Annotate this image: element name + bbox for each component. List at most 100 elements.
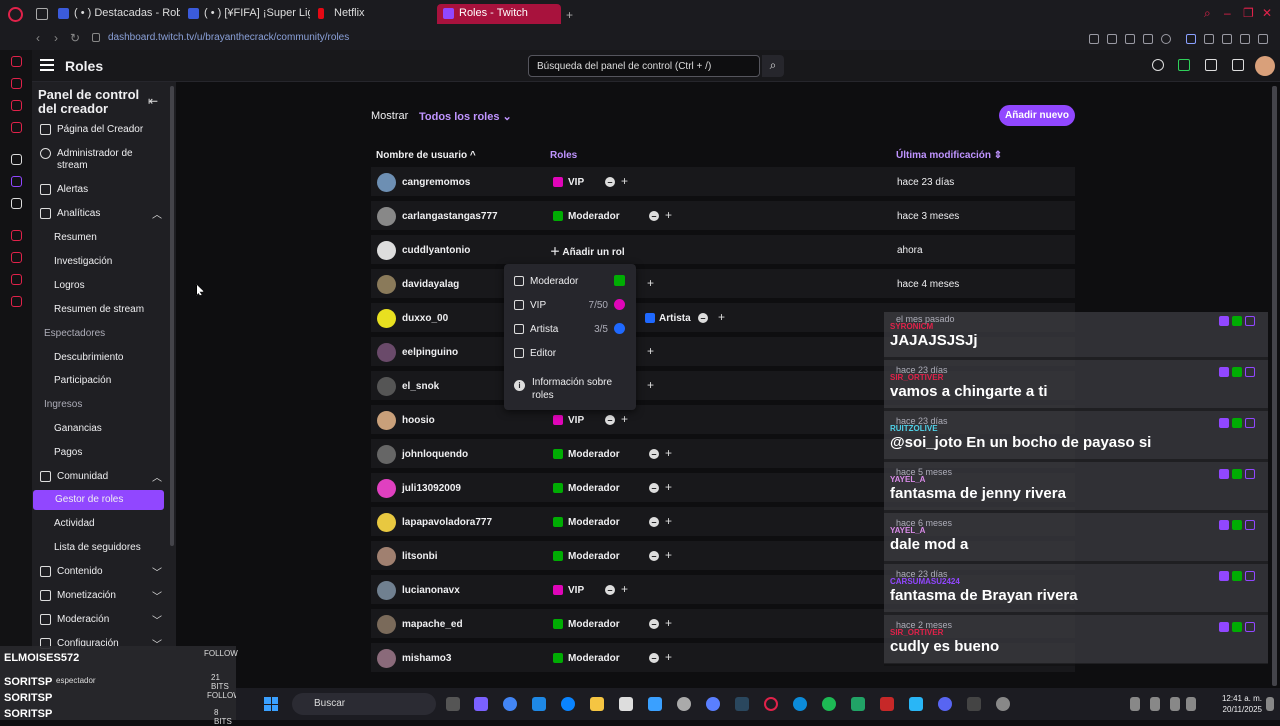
checkbox[interactable]	[514, 348, 524, 358]
remove-role-icon[interactable]: –	[649, 517, 659, 527]
username[interactable]: davidayalag	[402, 279, 459, 290]
add-role-icon[interactable]: +	[665, 650, 672, 664]
sidebar-item-earnings[interactable]: Ganancias	[32, 419, 172, 439]
remove-role-icon[interactable]: –	[649, 653, 659, 663]
username[interactable]: mishamo3	[402, 653, 451, 664]
heart-icon[interactable]	[1161, 34, 1171, 44]
remove-role-icon[interactable]: –	[649, 449, 659, 459]
add-role-icon[interactable]: +	[718, 310, 725, 324]
discord-icon[interactable]	[938, 697, 952, 711]
taskbar-search-input[interactable]: Buscar	[292, 693, 436, 715]
checkbox[interactable]	[514, 276, 524, 286]
tab-netflix[interactable]: Netflix	[312, 4, 436, 24]
role-option-moderator[interactable]: Moderador	[514, 275, 629, 288]
puzzle-icon[interactable]	[1204, 34, 1214, 44]
add-role-icon[interactable]: +	[665, 616, 672, 630]
menu-dots-icon[interactable]	[1258, 34, 1268, 44]
add-role-icon[interactable]: +	[665, 446, 672, 460]
workspaces-icon[interactable]	[36, 8, 48, 20]
sidebar-item-payouts[interactable]: Pagos	[32, 443, 172, 463]
search-input[interactable]: Búsqueda del panel de control (Ctrl + /)	[528, 55, 760, 77]
tab-fifa[interactable]: ( • ) [¥FIFA] ¡Super Liga	[182, 4, 310, 24]
role-filter-dropdown[interactable]: Todos los roles ⌄	[419, 110, 512, 123]
x-icon[interactable]	[11, 198, 22, 209]
sidebar-item-engagement[interactable]: Participación	[32, 371, 172, 391]
add-role-icon[interactable]: +	[647, 378, 654, 392]
settings-icon[interactable]	[11, 296, 22, 307]
task-view-icon[interactable]	[446, 697, 460, 711]
copilot-icon[interactable]	[561, 697, 575, 711]
sidebar-item-discovery[interactable]: Descubrimiento	[32, 348, 172, 368]
sidebar-scrollbar[interactable]	[170, 86, 174, 546]
teams-icon[interactable]	[474, 697, 488, 711]
back-icon[interactable]: ‹	[36, 31, 40, 45]
extensions-sidebar-icon[interactable]	[11, 274, 22, 285]
excel-icon[interactable]	[851, 697, 865, 711]
username[interactable]: carlangastangas777	[402, 211, 498, 222]
chat-username[interactable]: YAYEL_A	[890, 475, 925, 484]
sidebar-item-stream-manager[interactable]: Administrador de stream	[32, 144, 172, 174]
github-icon[interactable]	[677, 697, 691, 711]
username[interactable]: eelpinguino	[402, 347, 458, 358]
sidebar-item-analytics[interactable]: Analíticas ︿	[32, 204, 172, 224]
add-role-icon[interactable]: +	[647, 344, 654, 358]
role-option-editor[interactable]: Editor	[514, 348, 629, 360]
pin-icon[interactable]	[1089, 34, 1099, 44]
checkbox[interactable]	[514, 324, 524, 334]
sidebar-item-summary[interactable]: Resumen	[32, 228, 172, 248]
add-role-icon[interactable]: +	[665, 208, 672, 222]
remove-role-icon[interactable]: –	[649, 619, 659, 629]
add-role-icon[interactable]: +	[665, 548, 672, 562]
player-icon[interactable]	[11, 100, 22, 111]
maximize-icon[interactable]: ❐	[1243, 6, 1254, 20]
remove-role-icon[interactable]: –	[649, 211, 659, 221]
aria-icon[interactable]	[11, 56, 22, 67]
sidebar-item-research[interactable]: Investigación	[32, 252, 172, 272]
sidebar-item-stream-summary[interactable]: Resumen de stream	[32, 300, 172, 320]
vpn-icon[interactable]	[1125, 34, 1135, 44]
history-icon[interactable]	[11, 230, 22, 241]
share-icon[interactable]	[1222, 34, 1232, 44]
app-icon[interactable]	[11, 154, 22, 165]
steam-icon[interactable]	[735, 697, 749, 711]
file-explorer-icon[interactable]	[590, 697, 604, 711]
search-tabs-icon[interactable]: ⌕	[1204, 6, 1211, 21]
snapshot-icon[interactable]	[1107, 34, 1117, 44]
clock[interactable]: 12:41 a. m. 20/11/2025	[1202, 693, 1262, 715]
extensions-icon[interactable]	[1178, 59, 1190, 71]
app-icon[interactable]	[706, 697, 720, 711]
username[interactable]: cuddlyantonio	[402, 245, 470, 256]
add-role-icon[interactable]: +	[665, 480, 672, 494]
remove-role-icon[interactable]: –	[605, 415, 615, 425]
tab-roblox[interactable]: ( • ) Destacadas - Roblox	[52, 4, 180, 24]
extension-icon[interactable]	[1186, 34, 1196, 44]
volume-icon[interactable]	[1186, 697, 1196, 711]
role-option-artist[interactable]: Artista 3/5	[514, 323, 629, 336]
remove-role-icon[interactable]: –	[649, 551, 659, 561]
twitch-icon[interactable]	[11, 176, 22, 187]
username[interactable]: lapapavoladora777	[402, 517, 492, 528]
remove-role-icon[interactable]: –	[605, 177, 615, 187]
lock-icon[interactable]	[92, 33, 100, 42]
download-icon[interactable]	[1240, 34, 1250, 44]
spotify-icon[interactable]	[822, 697, 836, 711]
username[interactable]: lucianonavx	[402, 585, 460, 596]
collapse-sidebar-icon[interactable]: ⇤	[148, 94, 158, 108]
sidebar-item-moderation[interactable]: Moderación ﹀	[32, 610, 172, 630]
messenger-icon[interactable]	[11, 78, 22, 89]
username[interactable]: el_snok	[402, 381, 439, 392]
store-icon[interactable]	[619, 697, 633, 711]
remove-role-icon[interactable]: –	[698, 313, 708, 323]
column-header-modified[interactable]: Última modificación ⇕	[896, 150, 1002, 161]
username[interactable]: johnloquendo	[402, 449, 468, 460]
minimize-icon[interactable]: –	[1224, 6, 1231, 20]
add-role-button[interactable]: ＋ Añadir un rol	[550, 243, 625, 258]
add-role-icon[interactable]: +	[621, 582, 628, 596]
username[interactable]: litsonbi	[402, 551, 438, 562]
sidebar-item-creator-page[interactable]: Página del Creador	[32, 120, 172, 140]
edge-dev-icon[interactable]	[532, 697, 546, 711]
search-icon[interactable]: ⌕	[762, 55, 784, 77]
sidebar-item-community[interactable]: Comunidad ︿	[32, 467, 172, 487]
windows-start-icon[interactable]	[264, 697, 278, 711]
notification-icon[interactable]	[1266, 697, 1274, 711]
